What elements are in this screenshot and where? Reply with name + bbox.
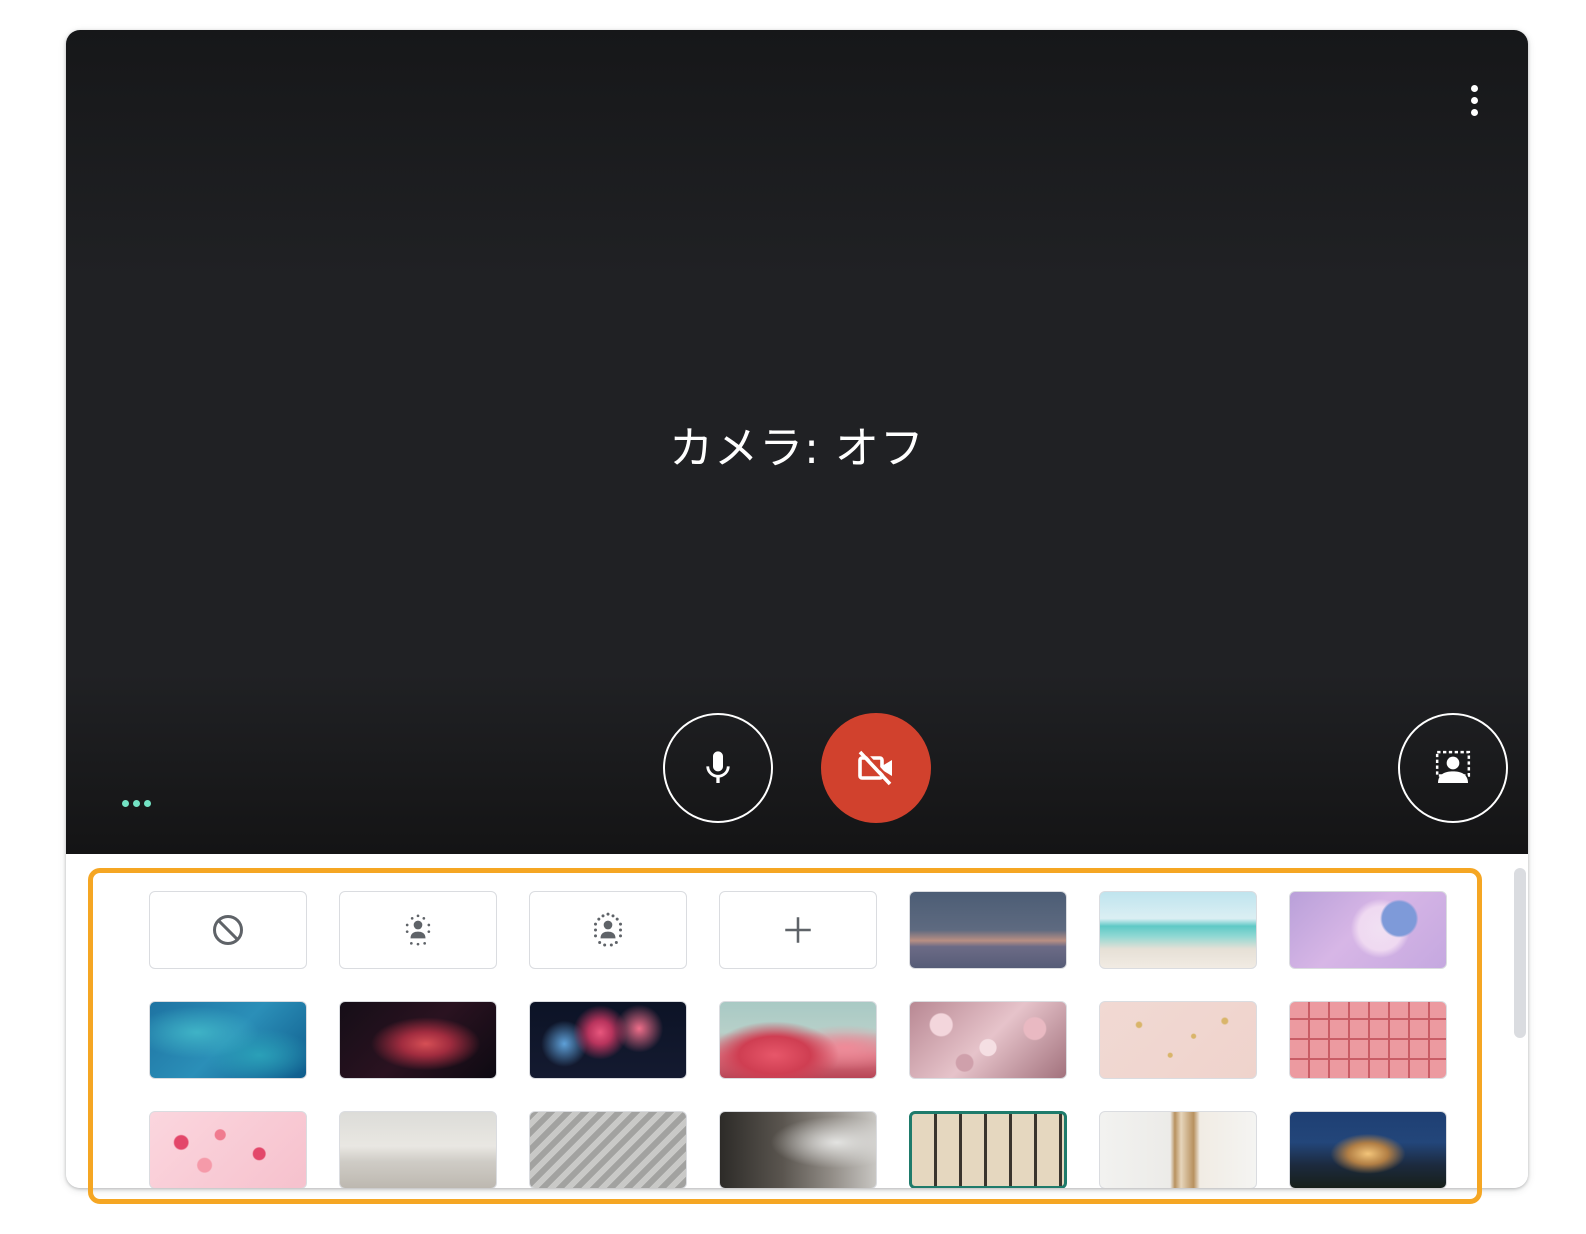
- audio-level-indicator: [122, 800, 151, 807]
- video-preview: カメラ: オフ: [66, 30, 1528, 854]
- block-icon: [213, 915, 243, 945]
- background-modern-interior[interactable]: [529, 1111, 687, 1188]
- blur-slight-icon: [405, 914, 431, 946]
- videocam-off-icon: [858, 749, 894, 786]
- background-pink-confetti[interactable]: [149, 1111, 307, 1188]
- background-pink-flowers-sky[interactable]: [719, 1001, 877, 1079]
- background-fireworks[interactable]: [529, 1001, 687, 1079]
- background-wall-shelves[interactable]: [1099, 1111, 1257, 1188]
- no-effect-option[interactable]: [149, 891, 307, 969]
- background-lit-house-night[interactable]: [1289, 1111, 1447, 1188]
- add-image-option[interactable]: [719, 891, 877, 969]
- background-pink-gold-confetti[interactable]: [1099, 1001, 1257, 1079]
- background-tropical-beach[interactable]: [1099, 891, 1257, 969]
- background-water-caustics[interactable]: [149, 1001, 307, 1079]
- add-icon: [785, 917, 811, 943]
- mic-icon: [706, 751, 730, 783]
- background-rose-wall[interactable]: [909, 1001, 1067, 1079]
- slight-blur-option[interactable]: [339, 891, 497, 969]
- background-replace-icon: [1435, 750, 1471, 783]
- background-pastel-clouds[interactable]: [1289, 891, 1447, 969]
- background-dusk-horizon[interactable]: [909, 891, 1067, 969]
- panel-scrollbar[interactable]: [1514, 868, 1526, 1038]
- blur-option[interactable]: [529, 891, 687, 969]
- preview-card: カメラ: オフ: [66, 30, 1528, 1188]
- background-red-nebula[interactable]: [339, 1001, 497, 1079]
- background-pink-pattern[interactable]: [1289, 1001, 1447, 1079]
- background-dark-living-room[interactable]: [719, 1111, 877, 1188]
- background-bookshelf[interactable]: [909, 1111, 1067, 1188]
- background-effects-panel: [66, 854, 1528, 1188]
- change-background-button[interactable]: [1398, 713, 1508, 823]
- background-white-office[interactable]: [339, 1111, 497, 1188]
- microphone-button[interactable]: [663, 713, 773, 823]
- more-vert-icon[interactable]: [1450, 76, 1498, 124]
- blur-icon: [594, 912, 622, 947]
- camera-status-label: カメラ: オフ: [669, 423, 925, 474]
- camera-toggle-button[interactable]: [821, 713, 931, 823]
